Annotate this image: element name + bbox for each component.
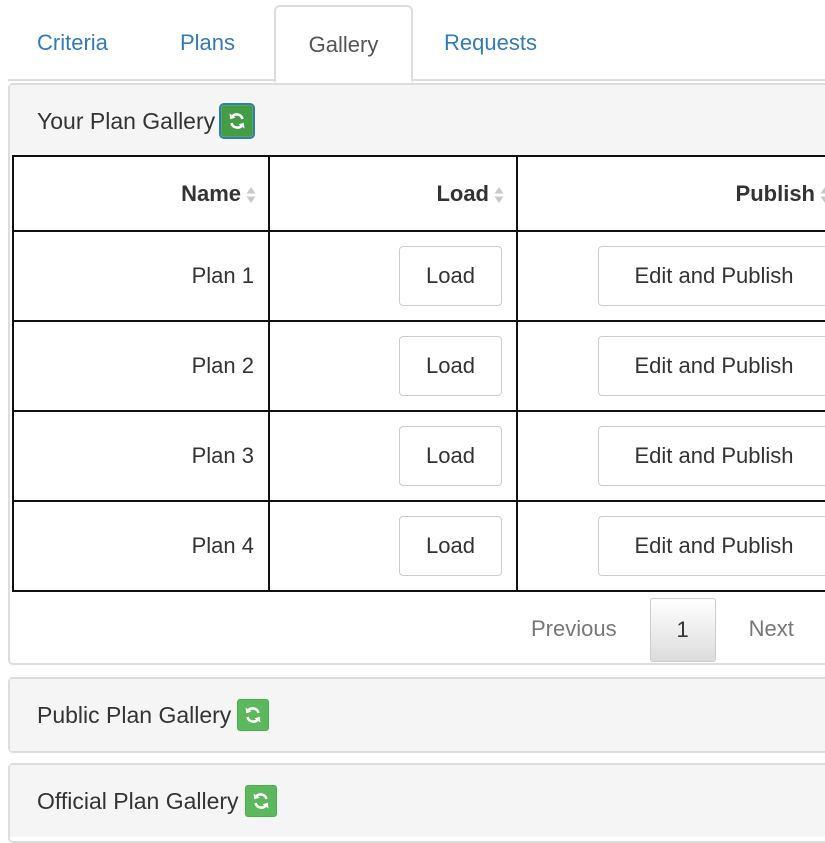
plan-name-cell: Plan 2 (12, 320, 270, 412)
official-plan-gallery-panel: Official Plan Gallery (8, 763, 825, 843)
load-cell: Load (268, 410, 518, 502)
table-header-row: Name Load Publish (12, 155, 825, 232)
column-header-publish-label: Publish (735, 180, 815, 206)
sort-icon (246, 186, 256, 204)
plan-name-cell: Plan 4 (12, 500, 270, 592)
nav-tabs: Criteria Plans Gallery Requests (8, 0, 825, 83)
load-button[interactable]: Load (399, 246, 502, 306)
official-gallery-refresh-button[interactable] (244, 785, 277, 817)
pagination-page-1[interactable]: 1 (649, 598, 716, 662)
column-header-name[interactable]: Name (12, 155, 270, 232)
table-row: Plan 1 Load Edit and Publish (12, 230, 825, 322)
your-plan-gallery-table: Name Load Publish Plan 1 Load Edit and P… (12, 155, 825, 592)
column-header-publish[interactable]: Publish (516, 155, 825, 232)
public-plan-gallery-heading[interactable]: Public Plan Gallery (10, 679, 825, 751)
edit-and-publish-button[interactable]: Edit and Publish (598, 336, 825, 396)
publish-cell: Edit and Publish (516, 230, 825, 322)
public-gallery-refresh-button[interactable] (237, 699, 270, 731)
load-button[interactable]: Load (399, 336, 502, 396)
table-row: Plan 4 Load Edit and Publish (12, 500, 825, 592)
your-plan-gallery-title: Your Plan Gallery (37, 108, 216, 134)
your-plan-gallery-heading: Your Plan Gallery (10, 85, 825, 157)
load-cell: Load (268, 500, 518, 592)
public-plan-gallery-panel: Public Plan Gallery (8, 677, 825, 753)
publish-cell: Edit and Publish (516, 500, 825, 592)
tab-gallery[interactable]: Gallery (274, 5, 413, 83)
load-cell: Load (268, 320, 518, 412)
column-header-load[interactable]: Load (268, 155, 518, 232)
column-header-load-label: Load (436, 180, 489, 206)
table-row: Plan 2 Load Edit and Publish (12, 320, 825, 412)
plan-name-cell: Plan 3 (12, 410, 270, 502)
refresh-icon (229, 113, 245, 129)
tab-plans[interactable]: Plans (180, 5, 235, 81)
plan-name-cell: Plan 1 (12, 230, 270, 322)
official-plan-gallery-title: Official Plan Gallery (37, 788, 239, 814)
edit-and-publish-button[interactable]: Edit and Publish (598, 246, 825, 306)
column-header-name-label: Name (181, 180, 241, 206)
load-button[interactable]: Load (399, 516, 502, 576)
your-gallery-refresh-button[interactable] (219, 103, 256, 139)
pagination-previous[interactable]: Previous (511, 598, 650, 662)
load-button[interactable]: Load (399, 426, 502, 486)
edit-and-publish-button[interactable]: Edit and Publish (598, 426, 825, 486)
table-row: Plan 3 Load Edit and Publish (12, 410, 825, 502)
refresh-icon (245, 707, 261, 723)
official-plan-gallery-heading[interactable]: Official Plan Gallery (10, 765, 825, 837)
refresh-icon (253, 793, 269, 809)
pagination-next[interactable]: Next (716, 598, 814, 662)
pagination: Previous 1 Next (511, 598, 814, 662)
tab-requests[interactable]: Requests (444, 5, 537, 81)
sort-icon (820, 186, 825, 204)
edit-and-publish-button[interactable]: Edit and Publish (598, 516, 825, 576)
load-cell: Load (268, 230, 518, 322)
tab-criteria[interactable]: Criteria (37, 5, 108, 81)
sort-icon (494, 186, 504, 204)
publish-cell: Edit and Publish (516, 320, 825, 412)
publish-cell: Edit and Publish (516, 410, 825, 502)
public-plan-gallery-title: Public Plan Gallery (37, 702, 232, 728)
